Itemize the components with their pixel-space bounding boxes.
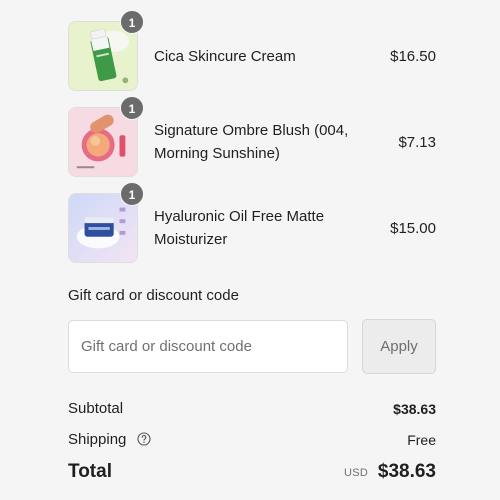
discount-title: Gift card or discount code [68, 287, 239, 304]
discount-code-input[interactable] [68, 320, 348, 373]
product-name: Cica Skincure Cream [154, 48, 296, 65]
quantity-badge: 1 [120, 182, 144, 206]
line-item: 1 Cica Skincure Cream $16.50 [68, 10, 436, 91]
question-circle-icon[interactable] [137, 432, 151, 446]
subtotal-value: $38.63 [393, 401, 436, 417]
total-currency: USD [344, 467, 369, 479]
total-value: $38.63 [377, 461, 436, 482]
shipping-row: Shipping [68, 431, 151, 448]
product-name: Signature Ombre Blush (004, Morning Suns… [154, 122, 349, 162]
subtotal-label: Subtotal [68, 400, 124, 417]
product-price: $15.00 [390, 220, 436, 237]
shipping-label: Shipping [68, 431, 127, 448]
product-name: Hyaluronic Oil Free Matte Moisturizer [154, 208, 325, 248]
quantity-badge: 1 [120, 96, 144, 120]
product-price: $7.13 [398, 134, 436, 151]
quantity-badge: 1 [120, 10, 144, 34]
total-label: Total [68, 461, 112, 482]
line-item: 1 Signature Ombre Blush (004, Morning Su… [68, 96, 436, 177]
apply-button[interactable]: Apply [362, 319, 436, 374]
shipping-value: Free [407, 432, 436, 448]
product-price: $16.50 [390, 48, 436, 65]
line-item: 1 Hyaluronic Oil Free Matte Moisturizer … [68, 182, 436, 263]
